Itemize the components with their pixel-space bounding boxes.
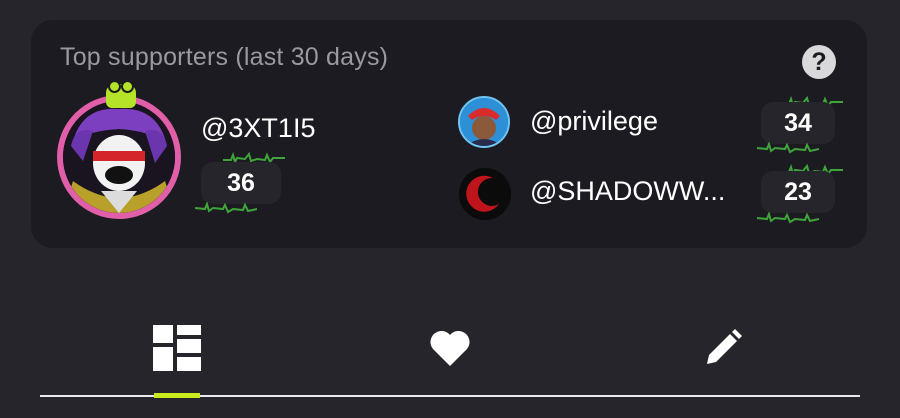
grid-icon	[153, 324, 201, 371]
pencil-icon	[707, 328, 742, 364]
avatar-image	[63, 101, 175, 213]
card-title: Top supporters (last 30 days)	[60, 43, 389, 71]
grass-decoration-icon	[757, 212, 819, 224]
supporter-count: 23	[761, 171, 835, 213]
top-supporter-count: 36	[201, 162, 281, 204]
supporter-username[interactable]: @privilege	[530, 106, 658, 137]
tab-likes[interactable]	[400, 300, 500, 395]
heart-icon	[430, 330, 470, 366]
grass-decoration-icon	[195, 202, 257, 214]
active-tab-indicator	[154, 393, 200, 398]
avatar[interactable]	[57, 95, 181, 219]
supporter-username[interactable]: @SHADOWW...	[530, 176, 725, 207]
frog-badge-icon	[106, 80, 136, 108]
avatar[interactable]	[458, 96, 510, 148]
supporter-count: 34	[761, 102, 835, 144]
profile-tab-bar	[40, 300, 860, 398]
help-icon[interactable]: ?	[802, 45, 836, 79]
tab-edit[interactable]	[673, 300, 773, 395]
tab-grid[interactable]	[127, 300, 227, 395]
avatar[interactable]	[459, 168, 511, 220]
top-supporters-card: Top supporters (last 30 days) ? @3XT1I5 …	[31, 20, 867, 248]
grass-decoration-icon	[757, 142, 819, 154]
top-supporter-username[interactable]: @3XT1I5	[201, 113, 315, 144]
